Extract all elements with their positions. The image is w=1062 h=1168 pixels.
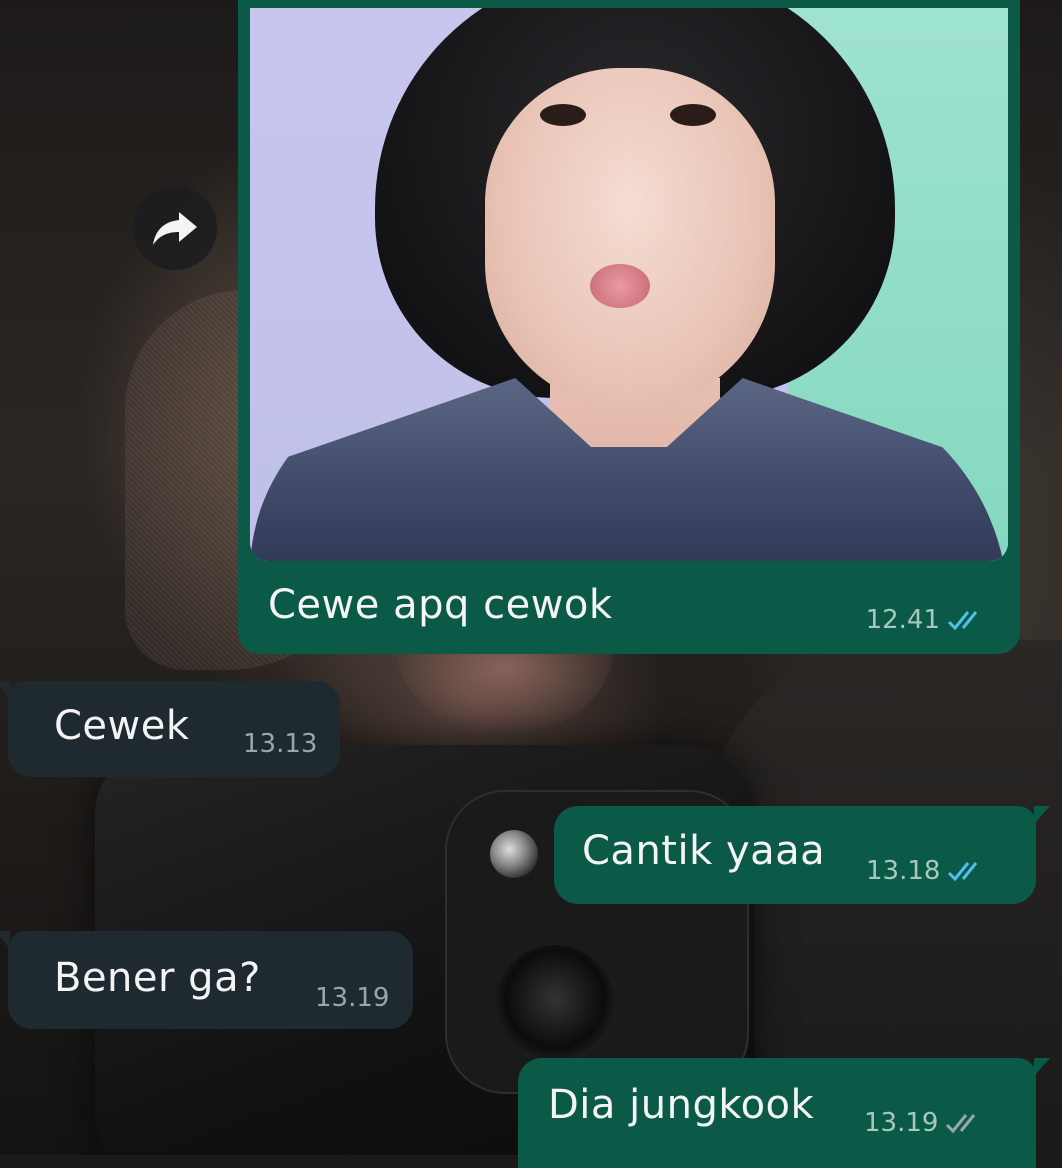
forward-button[interactable] [133,186,217,270]
message-time: 12.41 [865,605,940,635]
message-meta: 13.19 [315,983,389,1013]
forward-arrow-icon [153,212,197,245]
double-check-icon [948,862,978,882]
message-time: 13.18 [866,856,941,886]
photo-subject-face [485,68,775,408]
message-text: Bener ga? [54,955,261,1001]
photo-subject-eye [540,104,586,126]
incoming-message-bubble[interactable]: Cewek 13.13 [0,681,340,777]
outgoing-message-bubble[interactable]: Cantik yaaa 13.18 [554,806,1050,904]
bubble-tail [0,681,10,699]
incoming-message-bubble[interactable]: Bener ga? 13.19 [0,931,413,1029]
message-meta: 12.41 [866,605,990,635]
bubble-tail [1034,806,1050,824]
message-photo[interactable] [250,8,1008,561]
message-text: Cantik yaaa [582,828,826,874]
photo-subject-eye [670,104,716,126]
message-meta: 13.13 [243,729,317,759]
message-text: Cewe apq cewok [268,582,613,628]
message-text: Dia jungkook [548,1082,815,1128]
message-time: 13.13 [243,729,318,759]
bubble-tail [1034,1058,1050,1076]
wallpaper-decor [495,945,615,1065]
wallpaper-decor [490,830,538,878]
message-meta: 13.19 [864,1108,988,1138]
message-time: 13.19 [315,983,390,1013]
double-check-icon [947,611,978,631]
message-time: 13.19 [864,1108,939,1138]
image-message-bubble[interactable]: Cewe apq cewok 12.41 [238,0,1020,654]
message-meta: 13.18 [866,856,990,886]
bubble-tail [0,931,10,949]
outgoing-message-bubble[interactable]: Dia jungkook 13.19 [518,1058,1050,1168]
photo-subject-mouth [590,264,650,308]
double-check-icon [946,1114,976,1134]
message-text: Cewek [54,703,190,749]
